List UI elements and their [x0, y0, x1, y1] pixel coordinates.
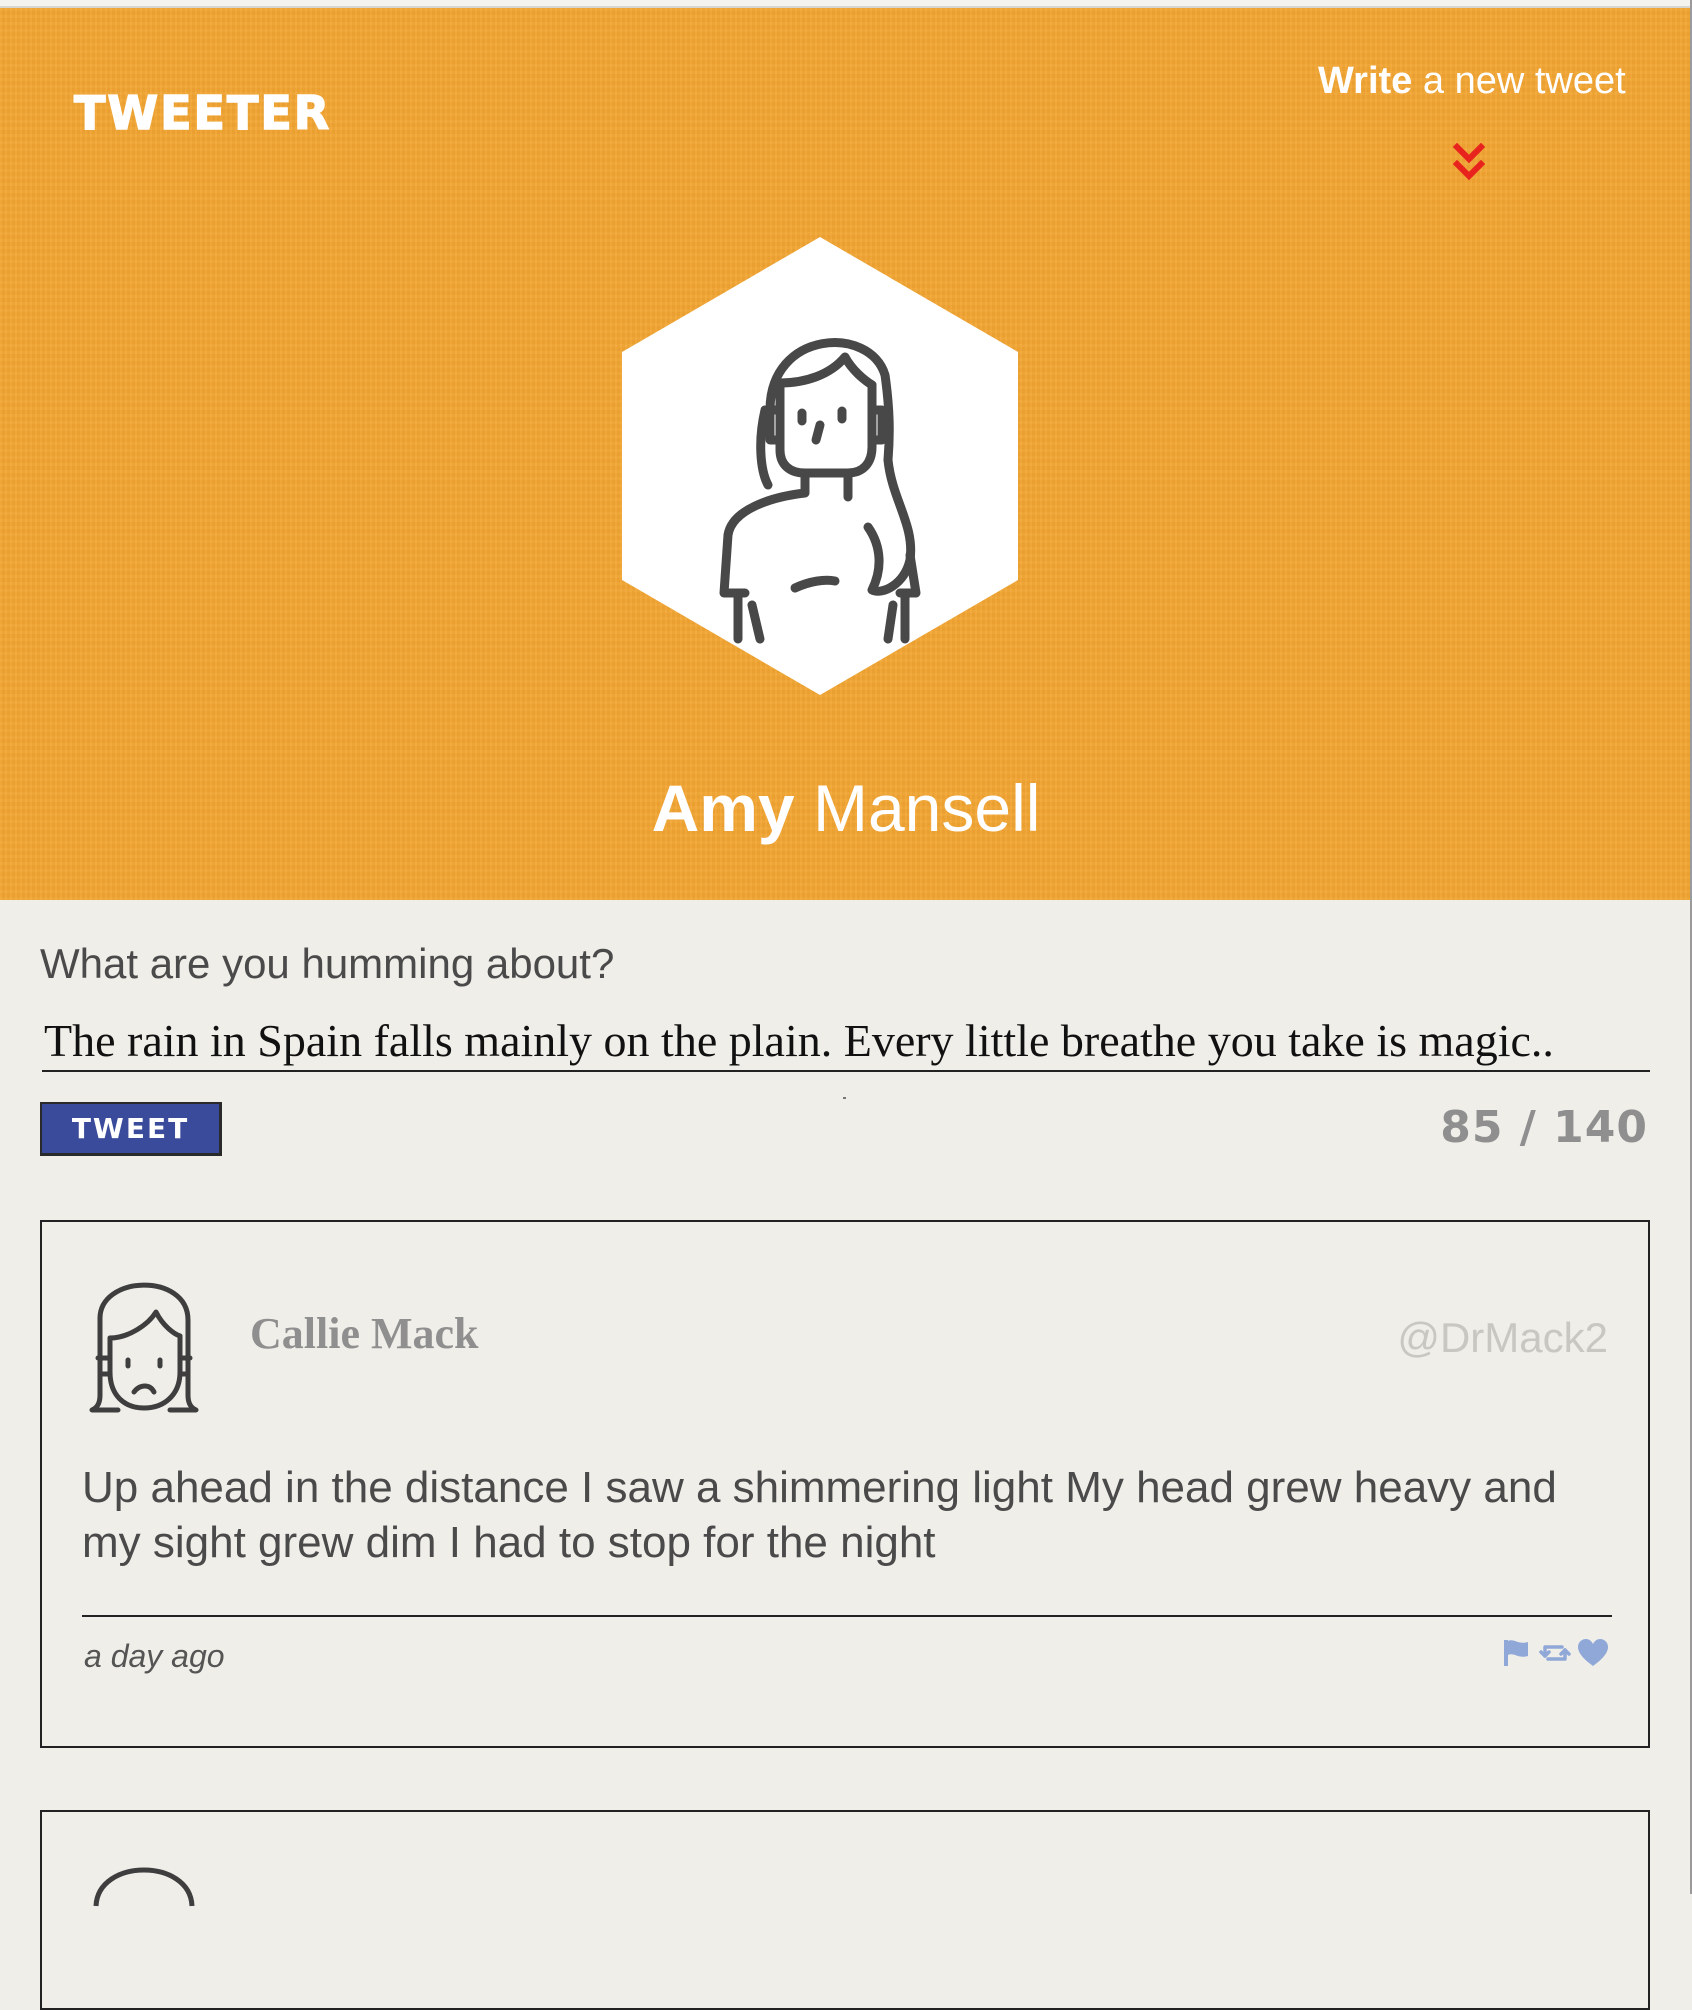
tweet-divider — [82, 1615, 1612, 1617]
tweet-text: Up ahead in the distance I saw a shimmer… — [82, 1463, 1557, 1567]
profile-header: TWEETER Write a new tweet Amy Mansell — [0, 8, 1692, 900]
write-link-strong: Write — [1318, 60, 1413, 102]
browser-top-edge — [0, 0, 1692, 8]
tweet-card — [40, 1810, 1650, 2010]
tweet-actions — [1500, 1636, 1610, 1670]
woman-avatar-icon — [622, 237, 1018, 695]
tweet-button[interactable]: TWEET — [40, 1102, 222, 1156]
compose-label: What are you humming about? — [40, 940, 615, 987]
tweet-author[interactable]: Callie Mack — [250, 1308, 479, 1359]
write-link-rest: a new tweet — [1412, 60, 1626, 102]
tweet-input[interactable] — [42, 1010, 1650, 1072]
profile-name: Amy Mansell — [0, 770, 1692, 846]
brand-logo[interactable]: TWEETER — [73, 85, 331, 141]
sad-woman-avatar-icon — [89, 1282, 199, 1413]
tweet-handle[interactable]: @DrMack2 — [1397, 1314, 1608, 1362]
chevron-down-icon[interactable] — [1452, 142, 1486, 184]
write-new-tweet-link[interactable]: Write a new tweet — [1318, 60, 1626, 103]
heart-icon[interactable] — [1576, 1636, 1610, 1670]
tweet-timestamp: a day ago — [84, 1638, 225, 1674]
last-name: Mansell — [794, 771, 1041, 845]
retweet-icon[interactable] — [1538, 1636, 1572, 1670]
cursor-artifact — [843, 1097, 846, 1099]
character-counter: 85 / 140 — [1440, 1102, 1648, 1153]
avatar-icon — [93, 1867, 195, 1907]
flag-icon[interactable] — [1500, 1636, 1534, 1670]
first-name: Amy — [651, 771, 795, 845]
tweet-card: Callie Mack @DrMack2 Up ahead in the dis… — [40, 1220, 1650, 1748]
